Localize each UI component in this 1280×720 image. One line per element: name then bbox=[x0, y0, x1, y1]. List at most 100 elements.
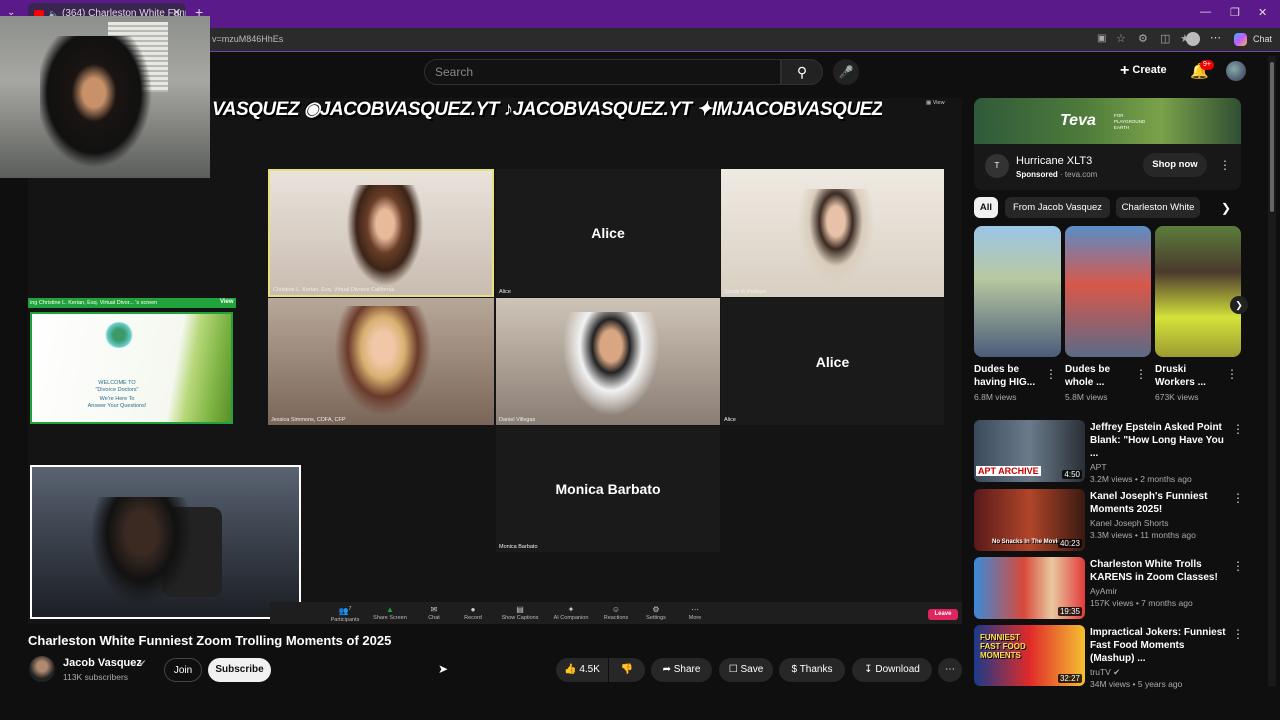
join-button[interactable]: Join bbox=[164, 658, 202, 682]
zoom-toolbar: 👥7 Participants ▲ Share Screen ✉ Chat ● Reco… bbox=[270, 602, 962, 624]
shared-slide: WELCOME TO "Divorce Doctors" We're Here … bbox=[30, 312, 233, 424]
ad-menu-icon[interactable]: ⋮ bbox=[1219, 158, 1231, 172]
dislike-button[interactable]: 👎 bbox=[609, 658, 645, 682]
channel-avatar[interactable] bbox=[29, 656, 55, 682]
related-menu-icon[interactable]: ⋮ bbox=[1232, 627, 1244, 641]
thumbs-up-icon: 👍 bbox=[564, 664, 577, 675]
ad-banner[interactable]: Teva FOR PLAYGROUND EARTH bbox=[974, 98, 1241, 144]
page-scrollbar[interactable] bbox=[1268, 56, 1276, 686]
chevron-right-icon[interactable]: ❯ bbox=[1221, 201, 1231, 215]
streamer-webcam-overlay bbox=[30, 465, 301, 619]
voice-search-button[interactable]: 🎤 bbox=[833, 59, 859, 85]
related-menu-icon[interactable]: ⋮ bbox=[1232, 559, 1244, 573]
slide-text: WELCOME TO "Divorce Doctors" We're Here … bbox=[87, 380, 147, 409]
more-actions-button[interactable]: ⋯ bbox=[938, 658, 962, 682]
leave-button[interactable]: Leave bbox=[928, 609, 958, 620]
related-info: Kanel Joseph's Funniest Moments 2025! Ka… bbox=[1090, 491, 1208, 540]
search-input[interactable]: Search bbox=[424, 59, 781, 85]
related-thumbnail[interactable]: 19:35 bbox=[974, 557, 1085, 619]
related-thumbnail[interactable]: No Snacks In The Movie 40:23 bbox=[974, 489, 1085, 551]
captions-icon: ▤ bbox=[516, 605, 524, 614]
webcam-pip bbox=[0, 16, 210, 178]
more-icon: ⋯ bbox=[945, 664, 955, 675]
share-button[interactable]: ➦ Share bbox=[651, 658, 712, 682]
share-screen-button[interactable]: ▲ Share Screen bbox=[365, 604, 415, 621]
share-view-button[interactable]: View bbox=[220, 299, 234, 305]
more-icon: ⋯ bbox=[691, 605, 699, 614]
search-button[interactable]: ⚲ bbox=[781, 59, 823, 85]
minimize-icon[interactable]: — bbox=[1200, 6, 1211, 18]
participant-tile: Sandy P. Pedram bbox=[721, 169, 944, 297]
short-thumbnail[interactable] bbox=[974, 226, 1061, 357]
split-screen-icon[interactable]: ◫ bbox=[1160, 32, 1170, 45]
extensions-icon[interactable]: ⚙ bbox=[1138, 32, 1148, 45]
app-install-icon[interactable]: ▣ bbox=[1097, 33, 1106, 44]
thanks-button[interactable]: $ Thanks bbox=[779, 658, 845, 682]
create-button[interactable]: + Create bbox=[1120, 62, 1167, 80]
notifications-button[interactable]: 🔔 9+ bbox=[1190, 60, 1214, 80]
thumb-text: FUNNIEST FAST FOOD MOMENTS bbox=[980, 633, 1026, 660]
shorts-next-icon[interactable]: ❯ bbox=[1230, 296, 1248, 314]
participants-button[interactable]: 👥7 Participants bbox=[320, 604, 370, 623]
participant-tile: Daniel Villegas bbox=[496, 298, 720, 425]
star-icon[interactable]: ☆ bbox=[1116, 32, 1126, 45]
shop-now-button[interactable]: Shop now bbox=[1143, 153, 1207, 177]
account-avatar[interactable] bbox=[1226, 61, 1246, 81]
ad-tagline: FOR PLAYGROUND EARTH bbox=[1114, 113, 1146, 130]
ad-sponsored: Sponsored · teva.com bbox=[1016, 170, 1098, 179]
thanks-icon: $ bbox=[791, 664, 798, 675]
subscribe-button[interactable]: Subscribe bbox=[208, 658, 271, 682]
short-thumbnail[interactable] bbox=[1065, 226, 1151, 357]
banner-text: VASQUEZ ◉JACOBVASQUEZ.YT ♪JACOBVASQUEZ.Y… bbox=[212, 99, 882, 120]
short-menu-icon[interactable]: ⋮ bbox=[1226, 367, 1238, 381]
short-info: Druski Workers ... 673K views bbox=[1155, 364, 1206, 402]
profile-avatar[interactable] bbox=[1186, 32, 1200, 46]
more-menu-icon[interactable]: ⋯ bbox=[1210, 31, 1221, 44]
chat-label[interactable]: Chat bbox=[1253, 34, 1272, 44]
bookmark-icon: ☐ bbox=[728, 664, 738, 675]
copilot-icon[interactable] bbox=[1234, 33, 1247, 46]
ai-companion-button[interactable]: ✦ AI Companion bbox=[546, 604, 596, 621]
participant-figure bbox=[791, 189, 881, 297]
related-channel[interactable]: truTV ✔ bbox=[1090, 666, 1230, 678]
short-info: Dudes be having HIG... 6.8M views bbox=[974, 364, 1036, 402]
close-window-icon[interactable]: ✕ bbox=[1258, 6, 1267, 19]
related-info: Charleston White Trolls KARENS in Zoom C… bbox=[1090, 559, 1218, 608]
scrollbar-thumb[interactable] bbox=[1270, 62, 1274, 212]
notification-count-badge: 9+ bbox=[1200, 60, 1214, 70]
ad-brand-logo: Teva bbox=[1060, 112, 1096, 129]
short-menu-icon[interactable]: ⋮ bbox=[1045, 367, 1057, 381]
related-menu-icon[interactable]: ⋮ bbox=[1232, 491, 1244, 505]
chip-all[interactable]: All bbox=[974, 197, 998, 218]
streamer-figure bbox=[92, 497, 202, 617]
record-button[interactable]: ● Record bbox=[448, 604, 498, 621]
more-button[interactable]: ⋯ More bbox=[670, 604, 720, 621]
short-thumbnail[interactable] bbox=[1155, 226, 1241, 357]
participant-tile: Monica Barbato Monica Barbato bbox=[496, 426, 720, 552]
related-menu-icon[interactable]: ⋮ bbox=[1232, 422, 1244, 436]
short-info: Dudes be whole ... 5.8M views bbox=[1065, 364, 1111, 402]
related-info: Jeffrey Epstein Asked Point Blank: "How … bbox=[1090, 422, 1224, 484]
verified-icon: ✔ bbox=[139, 658, 147, 668]
url-text[interactable]: v=mzuM846HhEs bbox=[212, 34, 283, 44]
related-thumbnail[interactable]: FUNNIEST FAST FOOD MOMENTS 32:27 bbox=[974, 625, 1085, 686]
thumb-text: APT ARCHIVE bbox=[976, 466, 1041, 476]
chip-from-channel[interactable]: From Jacob Vasquez bbox=[1005, 197, 1110, 218]
mic-icon: 🎤 bbox=[838, 65, 854, 79]
participant-tile: Christine L. Kerian, Esq. Virtual Divorc… bbox=[268, 169, 494, 297]
restore-icon[interactable]: ❐ bbox=[1230, 6, 1240, 19]
share-icon: ➦ bbox=[662, 664, 671, 675]
participants-icon: 👥7 bbox=[338, 606, 352, 616]
video-banner: VASQUEZ ◉JACOBVASQUEZ.YT ♪JACOBVASQUEZ.Y… bbox=[212, 98, 882, 128]
video-title: Charleston White Funniest Zoom Trolling … bbox=[28, 633, 392, 648]
short-menu-icon[interactable]: ⋮ bbox=[1135, 367, 1147, 381]
zoom-view-toggle[interactable]: ▦ View bbox=[926, 100, 945, 106]
captions-button[interactable]: ▤ Show Captions bbox=[495, 604, 545, 621]
download-button[interactable]: ↧ Download bbox=[852, 658, 932, 682]
related-thumbnail[interactable]: APT ARCHIVE 4:50 bbox=[974, 420, 1085, 482]
channel-name[interactable]: Jacob Vasquez bbox=[63, 657, 142, 669]
chip-charleston-white[interactable]: Charleston White bbox=[1116, 197, 1200, 218]
save-button[interactable]: ☐ Save bbox=[719, 658, 773, 682]
like-button[interactable]: 👍 4.5K bbox=[556, 658, 608, 682]
ad-title[interactable]: Hurricane XLT3 bbox=[1016, 155, 1092, 167]
